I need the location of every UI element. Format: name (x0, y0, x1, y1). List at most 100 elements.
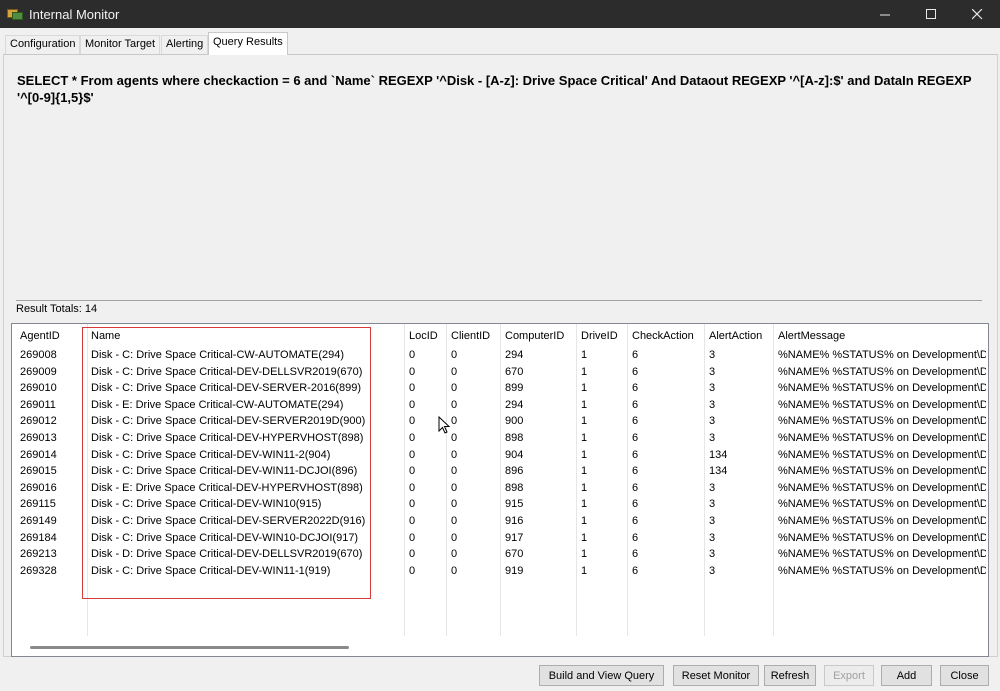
minimize-icon (879, 14, 890, 15)
table-cell: 0 (409, 365, 416, 378)
table-cell: 269013 (20, 432, 57, 444)
table-cell: %NAME% %STATUS% on Development\Dev (778, 448, 986, 461)
tab-alerting[interactable]: Alerting (161, 35, 209, 54)
table-cell: 919 (505, 564, 524, 577)
table-cell: 1 (581, 515, 588, 527)
table-cell: 670 (505, 365, 524, 378)
table-cell: 6 (632, 432, 639, 444)
table-row[interactable]: 269010 Disk - C: Drive Space Critical-DEV… (12, 381, 988, 398)
table-cell: 1 (581, 432, 588, 444)
table-row[interactable]: 269328 Disk - C: Drive Space Critical-DEV… (12, 564, 988, 581)
table-cell: Disk - E: Drive Space Critical-CW-AUTOMA… (91, 398, 344, 411)
table-cell: 269008 (20, 349, 57, 361)
table-row[interactable]: 269008 Disk - C: Drive Space Critical-CW-… (12, 348, 988, 365)
table-cell: 1 (581, 531, 588, 544)
table-row[interactable]: 269009 Disk - C: Drive Space Critical-DEV… (12, 365, 988, 382)
table-cell: %NAME% %STATUS% on Development\Dev (778, 432, 986, 444)
table-cell: %NAME% %STATUS% on Development\Dev (778, 465, 986, 478)
table-cell: 0 (451, 415, 458, 428)
table-row[interactable]: 269184 Disk - C: Drive Space Critical-DEV… (12, 531, 988, 548)
column-header[interactable]: DriveID (581, 330, 618, 342)
table-row[interactable]: 269013 Disk - C: Drive Space Critical-DEV… (12, 431, 988, 448)
column-header[interactable]: ComputerID (505, 330, 564, 342)
table-cell: 0 (409, 398, 416, 411)
table-cell: %NAME% %STATUS% on Development\Dev (778, 548, 986, 561)
column-header[interactable]: ClientID (451, 330, 490, 342)
table-row[interactable]: 269213 Disk - D: Drive Space Critical-DEV… (12, 547, 988, 564)
table-cell: %NAME% %STATUS% on Development\Dev (778, 415, 986, 428)
table-cell: 6 (632, 564, 639, 577)
column-header[interactable]: LocID (409, 330, 438, 342)
table-cell: 269009 (20, 365, 57, 378)
table-cell: 0 (409, 531, 416, 544)
column-header[interactable]: Name (91, 330, 120, 342)
tab-strip: Configuration Monitor Target Alerting Qu… (0, 28, 1000, 55)
table-cell: 6 (632, 531, 639, 544)
table-row[interactable]: 269115 Disk - C: Drive Space Critical-DEV… (12, 497, 988, 514)
column-header[interactable]: AgentID (20, 330, 60, 342)
app-icon (7, 7, 23, 21)
table-cell: %NAME% %STATUS% on Development\Dev (778, 349, 986, 361)
window-title: Internal Monitor (29, 6, 120, 22)
table-cell: 6 (632, 465, 639, 478)
reset-monitor-button[interactable]: Reset Monitor (673, 665, 759, 686)
maximize-icon (925, 8, 936, 19)
maximize-button[interactable] (908, 0, 954, 28)
table-row[interactable]: 269014 Disk - C: Drive Space Critical-DEV… (12, 448, 988, 465)
tab-query-results[interactable]: Query Results (208, 32, 288, 55)
table-cell: 1 (581, 481, 588, 494)
table-row[interactable]: 269149 Disk - C: Drive Space Critical-DEV… (12, 514, 988, 531)
table-row[interactable]: 269011 Disk - E: Drive Space Critical-CW-… (12, 398, 988, 415)
table-cell: Disk - C: Drive Space Critical-DEV-SERVE… (91, 515, 366, 527)
table-cell: 6 (632, 382, 639, 395)
table-row[interactable]: 269012 Disk - C: Drive Space Critical-DEV… (12, 414, 988, 431)
tab-configuration[interactable]: Configuration (5, 35, 81, 54)
table-cell: 0 (409, 465, 416, 478)
refresh-button[interactable]: Refresh (764, 665, 816, 686)
add-button[interactable]: Add (881, 665, 932, 686)
table-cell: Disk - C: Drive Space Critical-DEV-WIN10… (91, 531, 359, 544)
table-cell: 6 (632, 481, 639, 494)
table-cell: 896 (505, 465, 524, 478)
table-cell: 0 (409, 498, 416, 511)
table-cell: 0 (409, 432, 416, 444)
close-button[interactable]: Close (940, 665, 989, 686)
table-cell: 3 (709, 349, 716, 361)
horizontal-scrollbar[interactable] (12, 639, 988, 656)
table-cell: 0 (451, 564, 458, 577)
table-cell: 0 (409, 481, 416, 494)
table-cell: 3 (709, 382, 716, 395)
table-cell: 1 (581, 498, 588, 511)
table-cell: 3 (709, 415, 716, 428)
table-cell: 900 (505, 415, 524, 428)
column-header[interactable]: CheckAction (632, 330, 694, 342)
table-row[interactable]: 269015 Disk - C: Drive Space Critical-DEV… (12, 464, 988, 481)
export-button[interactable]: Export (824, 665, 874, 686)
tab-monitor-target[interactable]: Monitor Target (80, 35, 161, 54)
table-cell: %NAME% %STATUS% on Development\Dev (778, 481, 986, 494)
table-cell: 3 (709, 515, 716, 527)
table-cell: 0 (409, 382, 416, 395)
divider (16, 300, 982, 301)
table-cell: 6 (632, 448, 639, 461)
table-cell: 6 (632, 515, 639, 527)
table-cell: 0 (409, 415, 416, 428)
table-cell: 269011 (20, 398, 56, 411)
column-header[interactable]: AlertAction (709, 330, 762, 342)
build-view-query-button[interactable]: Build and View Query (539, 665, 664, 686)
column-header[interactable]: AlertMessage (778, 330, 845, 342)
scrollbar-thumb[interactable] (30, 646, 349, 649)
minimize-button[interactable] (862, 0, 908, 28)
table-cell: 6 (632, 548, 639, 561)
results-grid[interactable]: AgentID Name LocID ClientID ComputerID DriveI… (11, 323, 989, 657)
table-cell: 6 (632, 349, 639, 361)
close-window-button[interactable] (954, 0, 1000, 28)
table-cell: Disk - C: Drive Space Critical-DEV-WIN10… (91, 498, 322, 511)
table-cell: 904 (505, 448, 524, 461)
table-cell: 0 (451, 349, 458, 361)
table-cell: %NAME% %STATUS% on Development\Dev (778, 531, 986, 544)
table-cell: Disk - C: Drive Space Critical-CW-AUTOMA… (91, 349, 345, 361)
table-cell: %NAME% %STATUS% on Development\Dev (778, 515, 986, 527)
table-row[interactable]: 269016 Disk - E: Drive Space Critical-DEV… (12, 481, 988, 498)
table-cell: 1 (581, 465, 588, 478)
